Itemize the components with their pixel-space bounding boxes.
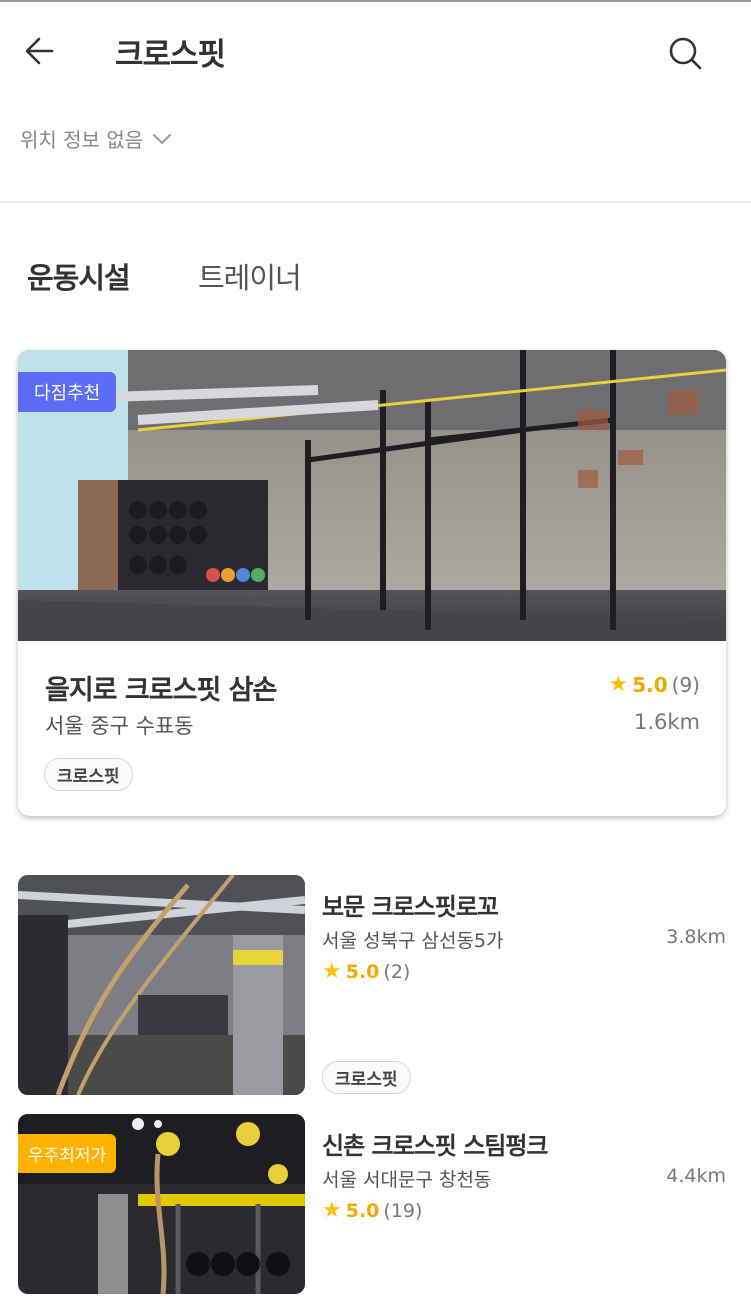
gym-photo	[18, 350, 726, 641]
category-tabs: 운동시설 트레이너	[0, 250, 751, 300]
category-tag: 크로스핏	[44, 758, 133, 791]
search-button[interactable]	[664, 32, 706, 74]
gym-name: 을지로 크로스핏 삼손	[45, 675, 277, 706]
gym-name: 신촌 크로스핏 스팀펑크	[322, 1132, 549, 1160]
gym-rating: ★ 5.0 (9)	[608, 672, 700, 697]
location-selector[interactable]: 위치 정보 없음	[20, 124, 173, 153]
back-button[interactable]	[20, 30, 62, 72]
recommend-badge: 다짐추천	[18, 372, 117, 412]
review-count: (9)	[671, 672, 700, 697]
rating-value: 5.0	[632, 672, 668, 697]
gym-distance: 3.8km	[666, 926, 726, 948]
gym-thumbnail	[18, 875, 305, 1095]
star-icon: ★	[608, 672, 629, 697]
star-icon: ★	[322, 1198, 342, 1223]
section-divider	[0, 201, 751, 203]
chevron-down-icon	[153, 133, 172, 144]
lowest-price-badge: 우주최저가	[18, 1134, 117, 1173]
app-header: 크로스핏	[0, 2, 751, 100]
search-icon	[669, 37, 702, 70]
arrow-left-icon	[25, 37, 54, 65]
page-title: 크로스핏	[115, 37, 226, 73]
rating-value: 5.0	[345, 1199, 380, 1222]
gym-distance: 1.6km	[633, 710, 700, 734]
gym-rating: ★ 5.0 (19)	[322, 1198, 422, 1223]
gym-distance: 4.4km	[666, 1165, 726, 1187]
rating-value: 5.0	[345, 960, 380, 983]
tab-facilities[interactable]: 운동시설	[27, 255, 131, 297]
gym-address: 서울 성북구 삼선동5가	[322, 930, 504, 952]
list-item[interactable]: 우주최저가 신촌 크로스핏 스팀펑크 서울 서대문구 창천동 4.4km ★ 5…	[18, 1114, 726, 1294]
star-icon: ★	[322, 959, 342, 984]
gym-address: 서울 서대문구 창천동	[322, 1169, 492, 1191]
category-tag: 크로스핏	[322, 1061, 411, 1094]
tab-trainers[interactable]: 트레이너	[198, 255, 302, 297]
review-count: (2)	[383, 960, 411, 983]
review-count: (19)	[383, 1199, 423, 1222]
gym-name: 보문 크로스핏로꼬	[322, 893, 499, 921]
featured-gym-card[interactable]: 다짐추천 을지로 크로스핏 삼손 서울 중구 수표동 ★ 5.0 (9) 1.6…	[18, 350, 726, 816]
list-item[interactable]: 보문 크로스핏로꼬 서울 성북구 삼선동5가 3.8km ★ 5.0 (2) 크…	[18, 875, 726, 1095]
gym-address: 서울 중구 수표동	[45, 714, 194, 738]
gym-rating: ★ 5.0 (2)	[322, 959, 410, 984]
location-label: 위치 정보 없음	[20, 128, 144, 152]
